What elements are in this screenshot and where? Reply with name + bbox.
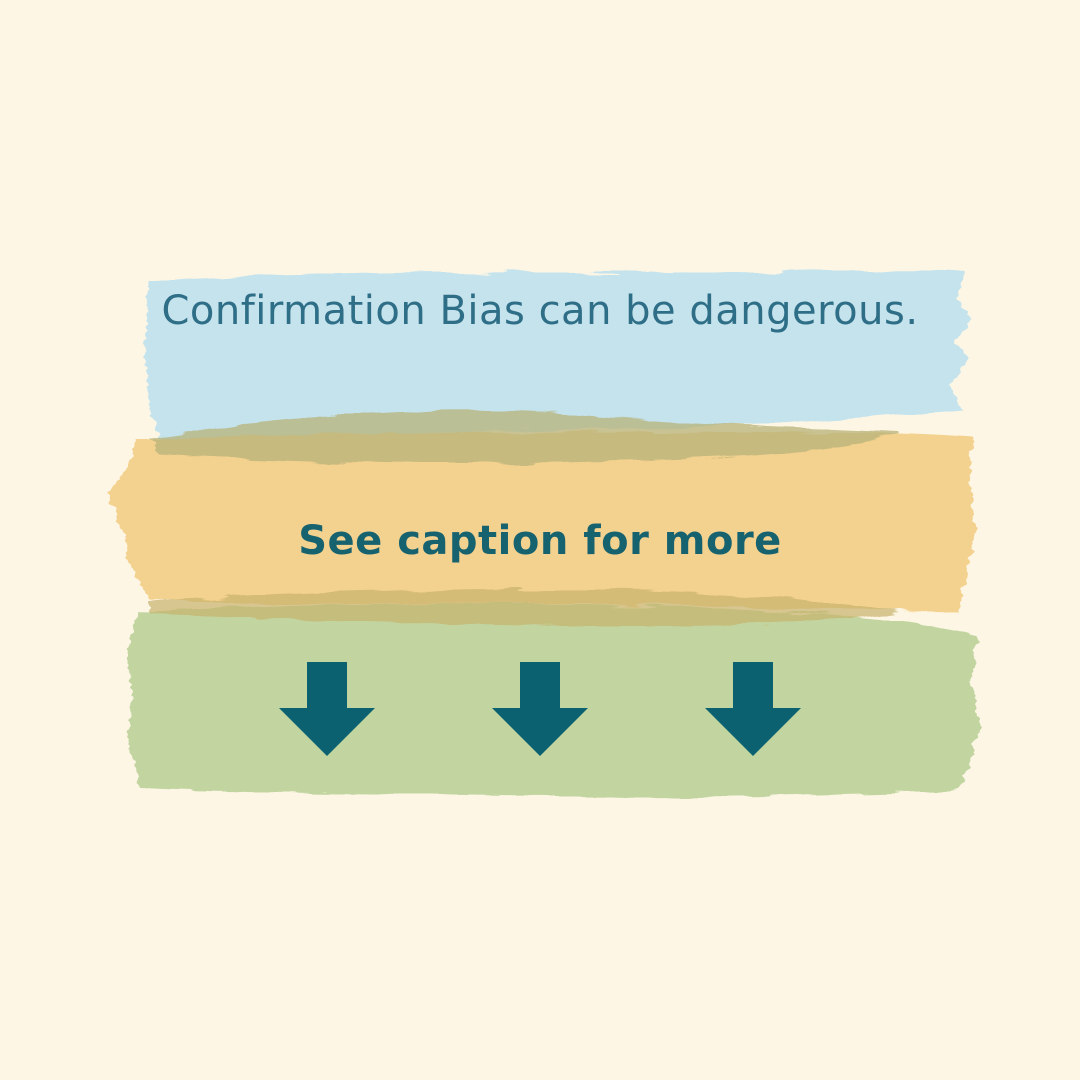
caption-prompt-text: See caption for more bbox=[298, 518, 782, 564]
graphic-canvas: Confirmation Bias can be dangerous. See … bbox=[0, 0, 1080, 1080]
headline-text: Confirmation Bias can be dangerous. bbox=[161, 288, 919, 334]
arrow-down-icon bbox=[279, 662, 375, 756]
arrow-down-icon bbox=[492, 662, 588, 756]
arrow-down-icon bbox=[705, 662, 801, 756]
